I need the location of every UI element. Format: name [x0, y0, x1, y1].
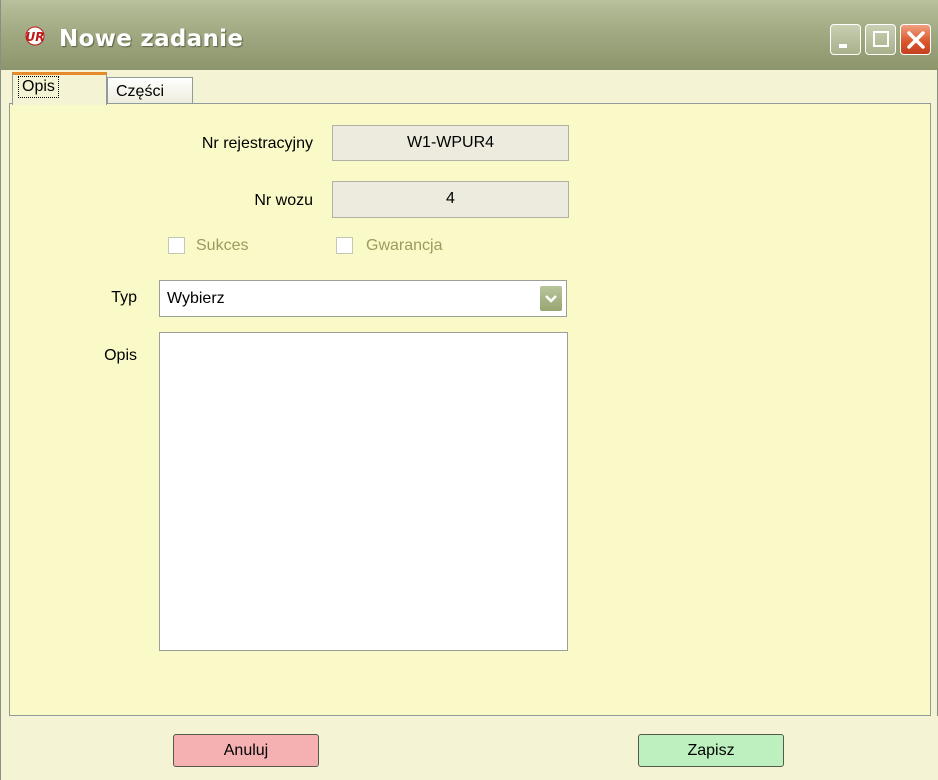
close-button[interactable] [900, 24, 931, 55]
close-icon [907, 31, 925, 49]
maximize-icon [873, 31, 889, 47]
title-bar[interactable]: UR Nowe zadanie [1, 0, 938, 70]
tab-czesci[interactable]: Części [107, 77, 193, 104]
maximize-button[interactable] [865, 24, 896, 55]
description-textarea[interactable] [159, 332, 568, 651]
type-select-value: Wybierz [167, 290, 225, 307]
chevron-down-icon [545, 295, 557, 303]
save-button[interactable]: Zapisz [638, 734, 784, 767]
description-label: Opis [104, 347, 137, 364]
type-select[interactable]: Wybierz [159, 280, 567, 317]
minimize-button[interactable] [830, 24, 861, 55]
tab-czesci-label: Części [116, 83, 165, 100]
tab-strip: Opis Części [9, 70, 931, 105]
warranty-checkbox[interactable] [336, 237, 353, 254]
dialog-window: UR Nowe zadanie Opis Części Nr rejestrac… [0, 0, 938, 780]
warranty-label: Gwarancja [366, 237, 443, 254]
svg-text:UR: UR [26, 30, 45, 44]
car-number-label: Nr wozu [254, 192, 313, 209]
success-checkbox[interactable] [168, 237, 185, 254]
cancel-button[interactable]: Anuluj [173, 734, 319, 767]
registration-field: W1-WPUR4 [332, 125, 569, 161]
dropdown-button[interactable] [539, 285, 563, 312]
tab-opis-label: Opis [18, 76, 59, 98]
window-title: Nowe zadanie [59, 26, 244, 52]
ur-logo-icon: UR [23, 26, 47, 46]
registration-label: Nr rejestracyjny [201, 135, 313, 152]
type-label: Typ [111, 289, 137, 306]
tab-opis[interactable]: Opis [12, 72, 107, 105]
bottom-bar: Anuluj Zapisz [1, 716, 938, 780]
minimize-icon [839, 44, 847, 48]
car-number-field: 4 [332, 181, 569, 218]
success-label: Sukces [196, 237, 249, 254]
